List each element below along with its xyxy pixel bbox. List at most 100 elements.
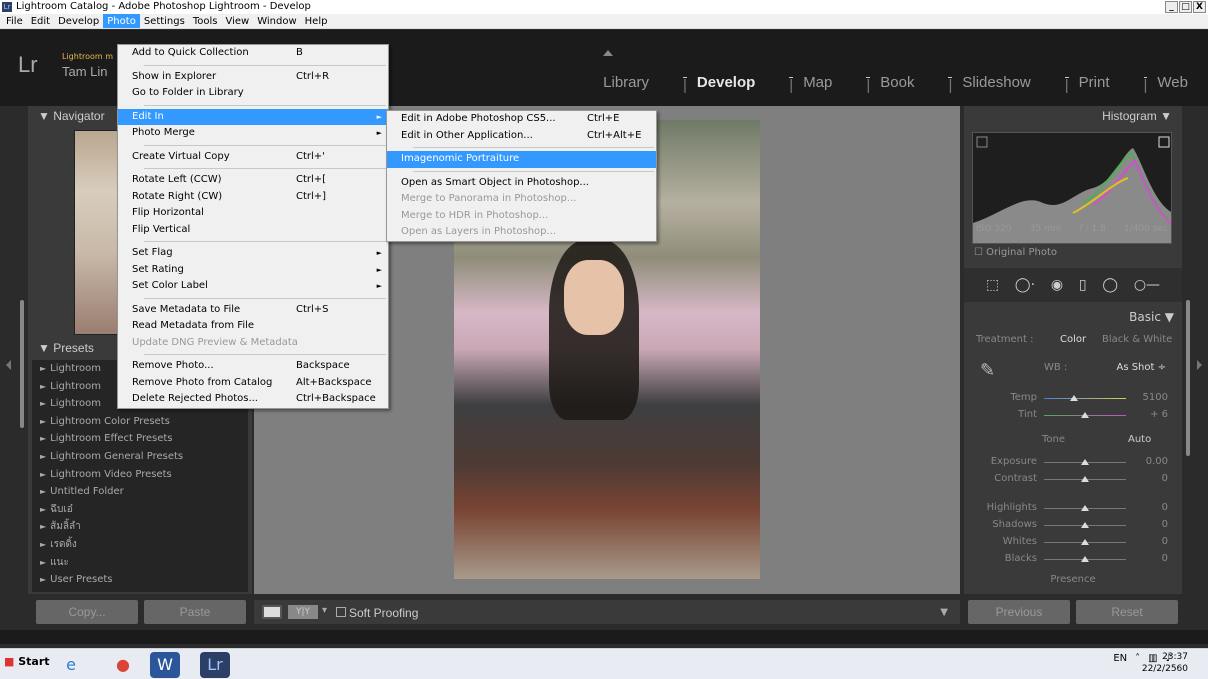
temp-value[interactable]: 5100 [1143, 392, 1168, 403]
highlights-slider-knob[interactable] [1081, 505, 1089, 511]
photo_menu-item[interactable]: Flip Vertical [118, 222, 388, 239]
menu-tools[interactable]: Tools [189, 14, 222, 28]
red-eye-tool-icon[interactable]: ◉ [1051, 277, 1063, 293]
blacks-slider[interactable] [1044, 556, 1126, 562]
basic-header[interactable]: Basic ▼ [1129, 310, 1174, 324]
radial-filter-icon[interactable]: ◯ [1102, 277, 1118, 293]
contrast-slider-knob[interactable] [1081, 476, 1089, 482]
module-web[interactable]: Web [1149, 74, 1196, 91]
crop-tool-icon[interactable]: ⬚ [986, 277, 999, 293]
temp-slider[interactable] [1044, 395, 1126, 401]
photo_menu-item[interactable]: Set Rating ► [118, 262, 388, 279]
exposure-slider[interactable] [1044, 459, 1126, 465]
menu-edit[interactable]: Edit [27, 14, 54, 28]
menu-photo[interactable]: Photo [103, 14, 140, 28]
right-scrollbar[interactable] [1186, 300, 1190, 456]
highlights-slider[interactable] [1044, 505, 1126, 511]
photo_menu-item[interactable]: Go to Folder in Library [118, 85, 388, 102]
before-after-icon[interactable]: Y|Y [288, 605, 318, 619]
menu-window[interactable]: Window [253, 14, 300, 28]
highlights-value[interactable]: 0 [1162, 502, 1168, 513]
internet-explorer-icon[interactable]: e [56, 652, 86, 678]
treatment-bw[interactable]: Black & White [1102, 334, 1172, 345]
shadows-value[interactable]: 0 [1162, 519, 1168, 530]
menu-view[interactable]: View [221, 14, 253, 28]
toolbar-menu-chevron-icon[interactable]: ▼ [940, 607, 948, 618]
contrast-value[interactable]: 0 [1162, 473, 1168, 484]
whites-slider[interactable] [1044, 539, 1126, 545]
tint-slider-knob[interactable] [1081, 412, 1089, 418]
photo_menu-item[interactable]: Rotate Right (CW) Ctrl+] [118, 189, 388, 206]
photo_menu-item[interactable]: Delete Rejected Photos... Ctrl+Backspace [118, 391, 388, 408]
loupe-view-icon[interactable] [262, 605, 282, 619]
whites-slider-knob[interactable] [1081, 539, 1089, 545]
view-options-chevron-icon[interactable]: ▾ [322, 605, 327, 616]
photo_menu-item[interactable]: Remove Photo from Catalog Alt+Backspace [118, 375, 388, 392]
left-scrollbar[interactable] [20, 300, 24, 428]
soft-proofing-checkbox[interactable] [336, 607, 346, 617]
photo_menu-item[interactable]: Create Virtual Copy Ctrl+' [118, 149, 388, 166]
collapse-top-panel-icon[interactable] [603, 50, 613, 56]
start-button[interactable]: ■ Start [4, 655, 50, 668]
tint-slider[interactable] [1044, 412, 1126, 418]
module-print[interactable]: Print [1071, 74, 1118, 91]
menu-develop[interactable]: Develop [54, 14, 103, 28]
photo_menu-item[interactable]: Save Metadata to File Ctrl+S [118, 302, 388, 319]
wb-dropdown[interactable]: As Shot ÷ [1116, 362, 1166, 373]
preset-folder[interactable]: ► User Presets [32, 571, 248, 589]
editin_menu-item[interactable]: Edit in Other Application... Ctrl+Alt+E [387, 128, 656, 145]
blacks-value[interactable]: 0 [1162, 553, 1168, 564]
photo_menu-item[interactable]: Show in Explorer Ctrl+R [118, 69, 388, 86]
preset-folder[interactable]: ► Lightroom General Presets [32, 448, 248, 466]
word-icon[interactable]: W [150, 652, 180, 678]
preset-folder[interactable]: ► Lightroom Color Presets [32, 413, 248, 431]
language-indicator[interactable]: EN [1113, 653, 1127, 664]
module-library[interactable]: Library [595, 74, 657, 91]
menu-settings[interactable]: Settings [140, 14, 189, 28]
module-book[interactable]: Book [872, 74, 922, 91]
paste-button[interactable]: Paste [144, 600, 246, 624]
photo_menu-item[interactable]: Edit In ► [118, 108, 388, 125]
editin_menu-item[interactable]: Open as Smart Object in Photoshop... [387, 175, 656, 192]
clock[interactable]: 23:37 22/2/2560 [1142, 651, 1188, 675]
show-hidden-icons-icon[interactable]: ˄ [1135, 653, 1140, 664]
graduated-filter-icon[interactable]: ▯ [1079, 277, 1087, 293]
previous-button[interactable]: Previous [968, 600, 1070, 624]
preset-folder[interactable]: ► ส้มลิ้ลำ [32, 518, 248, 536]
preset-folder[interactable]: ► แนะ [32, 554, 248, 572]
module-map[interactable]: Map [795, 74, 840, 91]
copy-button[interactable]: Copy... [36, 600, 138, 624]
module-slideshow[interactable]: Slideshow [954, 74, 1038, 91]
photo_menu-item[interactable]: Rotate Left (CCW) Ctrl+[ [118, 172, 388, 189]
close-button[interactable]: X [1193, 1, 1206, 13]
photo_menu-item[interactable]: Photo Merge ► [118, 125, 388, 142]
menu-help[interactable]: Help [301, 14, 332, 28]
right-panel-toggle-icon[interactable] [1197, 360, 1202, 370]
shadows-slider-knob[interactable] [1081, 522, 1089, 528]
contrast-slider[interactable] [1044, 476, 1126, 482]
histogram-header[interactable]: Histogram ▼ [964, 106, 1182, 126]
lightroom-taskbar-icon[interactable]: Lr [200, 652, 230, 678]
temp-slider-knob[interactable] [1069, 395, 1078, 401]
minimize-button[interactable]: _ [1165, 1, 1178, 13]
shadows-slider[interactable] [1044, 522, 1126, 528]
photo_menu-item[interactable]: Set Flag ► [118, 245, 388, 262]
preset-folder[interactable]: ► Lightroom Effect Presets [32, 430, 248, 448]
preset-folder[interactable]: ► เรดดิ้ง [32, 536, 248, 554]
preset-folder[interactable]: ► Untitled Folder [32, 483, 248, 501]
photo_menu-item[interactable]: Read Metadata from File [118, 318, 388, 335]
original-photo-toggle[interactable]: ☐ Original Photo [974, 247, 1057, 258]
editin_menu-item[interactable]: Edit in Adobe Photoshop CS5... Ctrl+E [387, 111, 656, 128]
preset-folder[interactable]: ► ฉึบเอ๋ [32, 501, 248, 519]
tint-value[interactable]: + 6 [1150, 409, 1168, 420]
whites-value[interactable]: 0 [1162, 536, 1168, 547]
photo_menu-item[interactable]: Flip Horizontal [118, 205, 388, 222]
exposure-slider-knob[interactable] [1081, 459, 1089, 465]
photo_menu-item[interactable]: Set Color Label ► [118, 278, 388, 295]
chrome-icon[interactable]: ● [108, 652, 138, 678]
photo_menu-item[interactable]: Remove Photo... Backspace [118, 358, 388, 375]
treatment-color[interactable]: Color [1060, 334, 1086, 345]
auto-tone-button[interactable]: Auto [1128, 434, 1151, 445]
spot-removal-tool-icon[interactable]: ◯· [1015, 277, 1035, 293]
exposure-value[interactable]: 0.00 [1146, 456, 1168, 467]
